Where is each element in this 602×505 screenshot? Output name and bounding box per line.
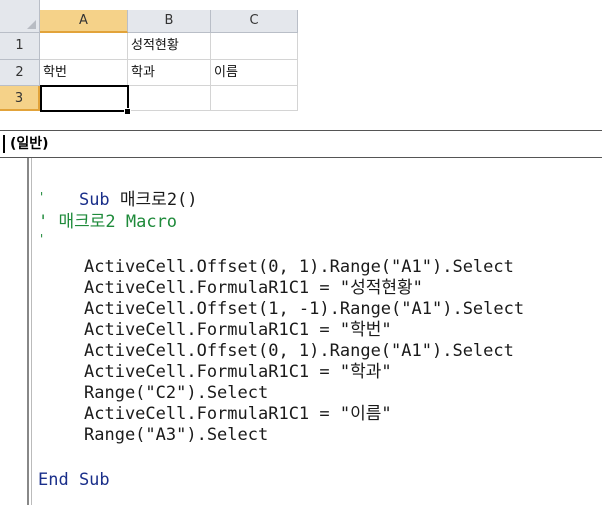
column-header-b[interactable]: B	[128, 10, 211, 33]
fill-handle[interactable]	[124, 108, 131, 115]
select-all-triangle-icon	[27, 20, 36, 29]
name-box[interactable]: (일반)	[10, 133, 49, 153]
code-line-6: ActiveCell.FormulaR1C1 = "학과"	[84, 362, 392, 382]
editor-gutter-border	[27, 158, 29, 505]
vba-code-editor[interactable]: Sub 매크로2() ' ' 매크로2 Macro ' ActiveCell.O…	[10, 158, 602, 505]
cell-b3[interactable]	[128, 86, 211, 111]
bar-edge	[3, 135, 5, 153]
sub-keyword: Sub	[78, 190, 110, 210]
cell-a1[interactable]	[40, 33, 128, 60]
code-line-5: ActiveCell.Offset(0, 1).Range("A1").Sele…	[84, 341, 514, 361]
code-line-4: ActiveCell.FormulaR1C1 = "학번"	[84, 320, 392, 340]
formula-bar: (일반)	[0, 130, 602, 158]
end-sub-line: End Sub	[38, 470, 110, 490]
cell-c2[interactable]: 이름	[211, 60, 298, 86]
code-line-2: ActiveCell.FormulaR1C1 = "성적현황"	[84, 278, 423, 298]
editor-gutter-inner	[31, 158, 32, 505]
spreadsheet-grid: A B C 1 2 3 성적현황 학번 학과 이름	[0, 0, 302, 115]
cell-c3[interactable]	[211, 86, 298, 111]
row-header-1[interactable]: 1	[0, 33, 40, 60]
sub-name: 매크로2()	[109, 190, 198, 210]
code-line-3: ActiveCell.Offset(1, -1).Range("A1").Sel…	[84, 299, 525, 319]
comment-line-1: '	[38, 190, 46, 204]
select-all-corner[interactable]	[0, 0, 40, 33]
cell-a2[interactable]: 학번	[40, 60, 128, 86]
cell-b2[interactable]: 학과	[128, 60, 211, 86]
code-line-8: ActiveCell.FormulaR1C1 = "이름"	[84, 404, 392, 424]
comment-line-title: ' 매크로2 Macro	[38, 212, 178, 232]
code-line-7: Range("C2").Select	[84, 383, 269, 403]
code-line-9: Range("A3").Select	[84, 425, 269, 445]
row-header-2[interactable]: 2	[0, 60, 40, 86]
column-header-a[interactable]: A	[40, 10, 128, 33]
cell-b1[interactable]: 성적현황	[128, 33, 211, 60]
code-line-1: ActiveCell.Offset(0, 1).Range("A1").Sele…	[84, 257, 514, 277]
row-header-3[interactable]: 3	[0, 86, 40, 111]
active-cell-selection	[40, 85, 129, 112]
column-header-c[interactable]: C	[211, 10, 298, 33]
comment-line-3: '	[38, 232, 46, 246]
cell-c1[interactable]	[211, 33, 298, 60]
